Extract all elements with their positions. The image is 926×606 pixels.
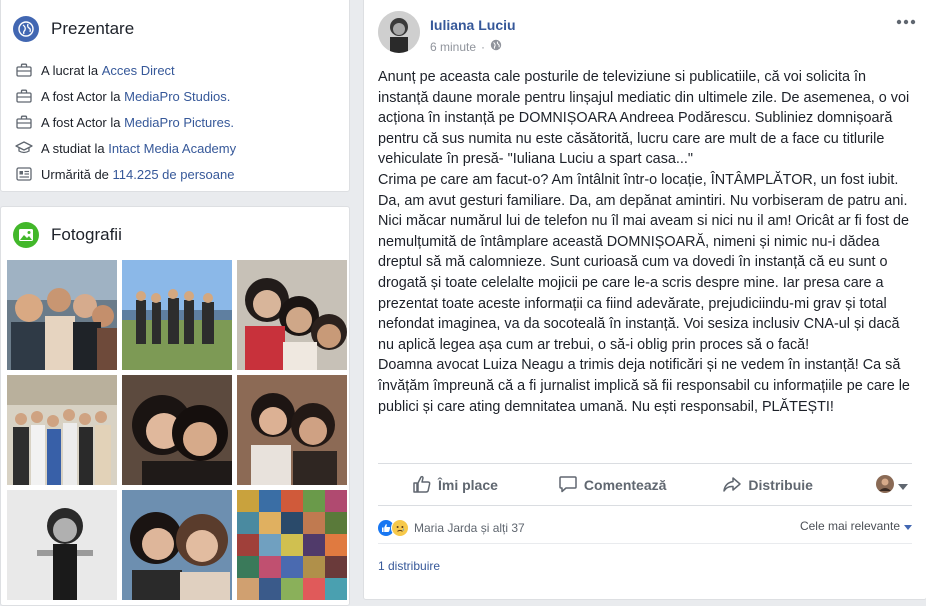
photo-thumbnail[interactable] [7, 375, 117, 485]
intro-item-link[interactable]: 114.225 de persoane [113, 167, 235, 182]
comment-button[interactable]: Comentează [558, 474, 666, 497]
share-button[interactable]: Distribuie [722, 474, 813, 497]
photo-thumbnail[interactable] [122, 375, 232, 485]
like-label: Îmi place [438, 477, 498, 493]
intro-item: A studiat la Intact Media Academy [15, 135, 349, 161]
comment-bubble-icon [558, 474, 578, 497]
intro-card: Prezentare A lucrat la Acces Direct A fos… [0, 0, 350, 192]
graduation-cap-icon [15, 140, 33, 156]
comment-sort-dropdown[interactable]: Cele mai relevante [800, 519, 912, 533]
followers-icon [15, 166, 33, 182]
photo-thumbnail[interactable] [122, 260, 232, 370]
post-paragraph: Anunț pe aceasta cale posturile de telev… [378, 69, 910, 168]
photos-title: Fotografii [51, 225, 122, 244]
post-header: Iuliana Luciu 6 minute · [378, 11, 516, 54]
intro-item-prefix: Urmărită de [41, 166, 113, 182]
chevron-down-icon [898, 477, 908, 493]
intro-item: A fost Actor la MediaPro Pictures. [15, 109, 349, 135]
globe-privacy-icon[interactable] [490, 39, 502, 54]
intro-item-link[interactable]: Intact Media Academy [108, 141, 236, 156]
author-avatar[interactable] [378, 11, 420, 53]
intro-title: Prezentare [51, 19, 135, 38]
post-card: Iuliana Luciu 6 minute · Anunț pe aceast… [363, 0, 926, 600]
intro-item-prefix: A fost Actor la [41, 88, 125, 104]
intro-item-prefix: A lucrat la [41, 62, 102, 78]
photos-card: Fotografii [0, 206, 350, 606]
intro-header: Prezentare [1, 0, 349, 43]
photo-thumbnail[interactable] [7, 260, 117, 370]
intro-item-suffix: . [226, 88, 231, 104]
post-actions: Îmi place Comentează Distribuie [378, 469, 912, 501]
photo-grid [7, 260, 347, 600]
post-time[interactable]: 6 minute [430, 40, 476, 54]
post-meta: 6 minute · [430, 39, 516, 54]
post-paragraph: Doamna avocat Luiza Neagu a trimis deja … [378, 357, 910, 415]
intro-item-link[interactable]: MediaPro Studios [124, 89, 227, 104]
intro-item-suffix: . [230, 114, 234, 130]
intro-list: A lucrat la Acces Direct A fost Actor la … [1, 57, 349, 187]
photo-thumbnail[interactable] [7, 490, 117, 600]
briefcase-icon [15, 62, 33, 78]
photos-icon [13, 222, 39, 248]
chevron-down-icon [904, 519, 912, 533]
post-body: Anunț pe aceasta cale posturile de telev… [378, 67, 912, 417]
globe-icon [13, 16, 39, 42]
photo-thumbnail[interactable] [122, 490, 232, 600]
intro-item: Urmărită de 114.225 de persoane [15, 161, 349, 187]
photo-thumbnail[interactable] [237, 375, 347, 485]
audience-selector[interactable] [876, 474, 908, 496]
share-label: Distribuie [748, 477, 813, 493]
briefcase-icon [15, 88, 33, 104]
shares-divider [378, 543, 912, 544]
sad-reaction-icon [391, 519, 409, 537]
photo-thumbnail[interactable] [237, 260, 347, 370]
more-options-icon[interactable] [896, 9, 916, 30]
comment-label: Comentează [583, 477, 667, 493]
photos-header[interactable]: Fotografii [1, 207, 349, 249]
share-arrow-icon [722, 474, 742, 497]
briefcase-icon [15, 114, 33, 130]
actions-top-divider [378, 463, 912, 464]
post-paragraph: Crima pe care am facut-o? Am întâlnit în… [378, 171, 910, 353]
intro-item-prefix: A fost Actor la [41, 114, 125, 130]
like-button[interactable]: Îmi place [412, 474, 498, 497]
thumbs-up-icon [412, 474, 432, 497]
photo-thumbnail[interactable] [237, 490, 347, 600]
intro-item: A fost Actor la MediaPro Studios. [15, 83, 349, 109]
meta-separator: · [481, 39, 486, 54]
intro-item-prefix: A studiat la [41, 140, 109, 156]
intro-item-link[interactable]: Acces Direct [102, 63, 175, 78]
intro-item-link[interactable]: MediaPro Pictures [124, 115, 230, 130]
viewer-avatar [876, 474, 894, 496]
reactions-text: Maria Jarda și alți 37 [414, 521, 525, 535]
shares-count[interactable]: 1 distribuire [378, 559, 440, 573]
author-name[interactable]: Iuliana Luciu [430, 17, 516, 33]
sort-label: Cele mai relevante [799, 519, 900, 533]
intro-item: A lucrat la Acces Direct [15, 57, 349, 83]
actions-bottom-divider [378, 505, 912, 506]
